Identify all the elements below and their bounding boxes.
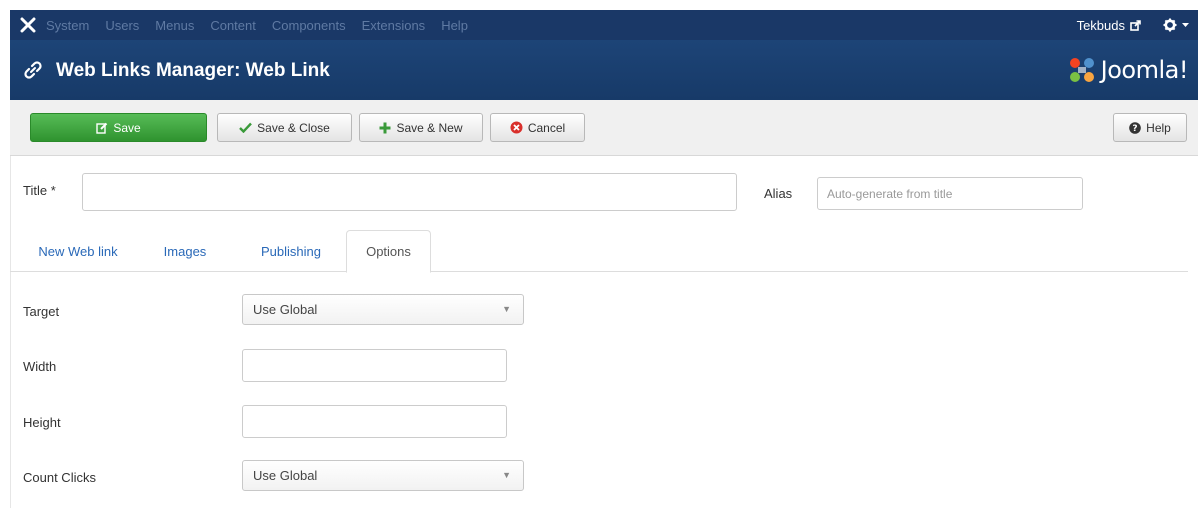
menu-components[interactable]: Components [272,18,346,33]
tab-bar: New Web link Images Publishing Options [10,230,1188,273]
cancel-button[interactable]: Cancel [490,113,585,142]
checkmark-icon [239,122,253,133]
joomla-logo: Joomla! [1067,56,1189,84]
menu-menus[interactable]: Menus [155,18,194,33]
content-border [10,156,11,508]
help-label: Help [1146,120,1171,135]
page-header: Web Links Manager: Web Link Joomla! [10,40,1198,100]
tab-images[interactable]: Images [150,230,220,272]
cancel-label: Cancel [527,120,566,135]
menu-users[interactable]: Users [105,18,139,33]
height-label: Height [23,415,61,430]
main-menu: System Users Menus Content Components Ex… [46,18,484,33]
count-clicks-value: Use Global [253,468,318,483]
gear-icon [1163,18,1177,32]
save-and-close-button[interactable]: Save & Close [217,113,352,142]
site-name: Tekbuds [1076,17,1125,33]
save-button[interactable]: Save [30,113,207,142]
width-input[interactable] [242,349,507,382]
target-label: Target [23,304,60,319]
save-and-new-label: Save & New [396,120,463,135]
page-title: Web Links Manager: Web Link [56,60,330,81]
target-select[interactable]: Use Global ▼ [242,294,524,325]
width-label: Width [23,359,57,374]
site-link[interactable]: Tekbuds [1077,18,1141,33]
menu-extensions[interactable]: Extensions [362,18,426,33]
user-settings-menu[interactable] [1163,18,1190,32]
edit-icon [96,122,108,134]
joomla-menu-icon[interactable] [10,10,46,40]
top-navbar: System Users Menus Content Components Ex… [10,10,1198,40]
menu-content[interactable]: Content [210,18,256,33]
caret-down-icon [1182,23,1189,27]
tab-new-web-link[interactable]: New Web link [28,230,128,272]
count-clicks-label: Count Clicks [23,470,96,485]
link-icon [22,57,48,83]
height-input[interactable] [242,405,507,438]
plus-icon [379,122,391,134]
title-input[interactable] [82,173,737,211]
save-and-close-label: Save & Close [257,120,330,135]
save-label: Save [113,120,141,135]
alias-placeholder: Auto-generate from title [827,187,953,201]
alias-label: Alias [764,186,793,201]
svg-text:?: ? [1133,124,1138,134]
menu-system[interactable]: System [46,18,89,33]
alias-input[interactable]: Auto-generate from title [817,177,1083,210]
count-clicks-select[interactable]: Use Global ▼ [242,460,524,491]
tab-publishing[interactable]: Publishing [246,230,336,272]
external-link-icon [1130,19,1141,31]
target-value: Use Global [253,302,318,317]
dropdown-arrow-icon: ▼ [502,304,511,314]
cancel-circle-icon [510,121,523,134]
question-circle-icon: ? [1129,121,1141,134]
joomla-wordmark: Joomla! [1100,56,1189,84]
help-button[interactable]: ? Help [1113,113,1187,142]
menu-help[interactable]: Help [441,18,468,33]
dropdown-arrow-icon: ▼ [502,470,511,480]
title-label: Title * [23,183,56,198]
toolbar: Save Save & Close Save & New Cancel ? He… [10,100,1198,156]
tab-options[interactable]: Options [346,230,431,273]
save-and-new-button[interactable]: Save & New [359,113,483,142]
joomla-logo-icon [1069,58,1094,82]
